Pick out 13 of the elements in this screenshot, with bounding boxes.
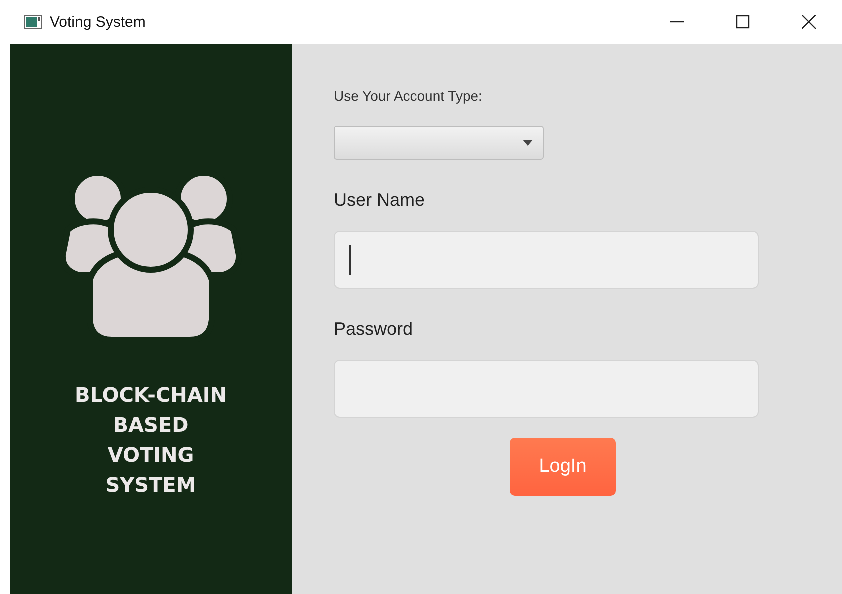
field-label: Password	[334, 319, 414, 340]
field-label: User Name	[334, 190, 426, 211]
caret-icon	[523, 140, 533, 146]
input-field[interactable]	[334, 360, 759, 418]
account-type-label: Use Your Account Type:	[334, 88, 484, 104]
input-field[interactable]	[334, 231, 759, 289]
app-title: BLOCK-CHAIN BASED VOTING SYSTEM	[74, 382, 228, 499]
app-icon	[24, 15, 42, 29]
window-title: Voting System	[50, 14, 147, 30]
maximize-icon	[736, 15, 750, 29]
login-button[interactable]: LogIn	[510, 438, 616, 496]
close-icon	[802, 15, 816, 29]
account-type-dropdown[interactable]	[334, 126, 544, 160]
